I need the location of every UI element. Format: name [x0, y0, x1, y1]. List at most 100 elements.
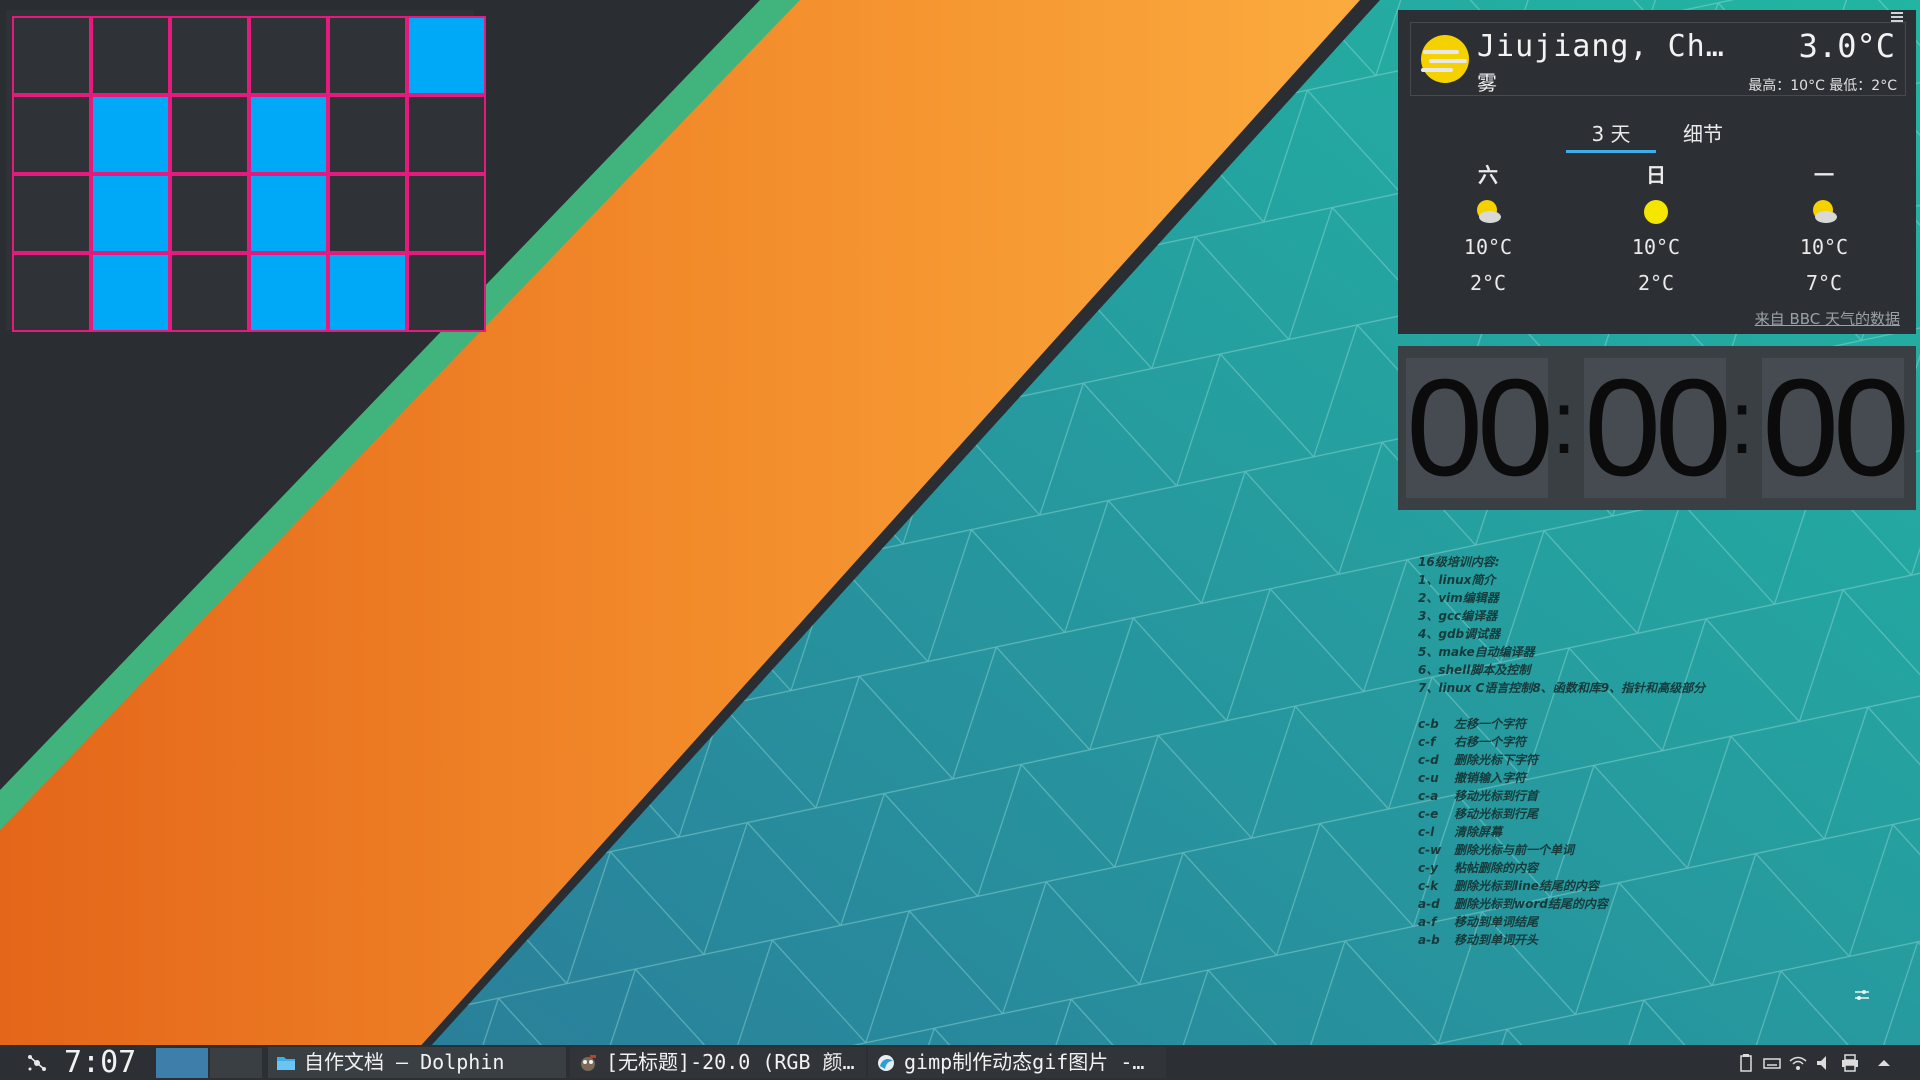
binary-cell: [172, 97, 247, 172]
shortcut-key: c-y: [1418, 861, 1438, 875]
clock-separator: :: [1729, 373, 1755, 473]
binary-cell: [409, 176, 484, 251]
desktop-note[interactable]: 16级培训内容: 1、linux简介 2、vim编辑器 3、gcc编译器 4、gdb调…: [1418, 553, 1878, 949]
binary-cell: [172, 176, 247, 251]
taskbar-clock[interactable]: 7:07: [64, 1045, 136, 1080]
shortcut-item: c-d 删除光标下字符: [1418, 751, 1878, 769]
task-gimp[interactable]: [无标题]-20.0 (RGB 颜…: [570, 1047, 866, 1078]
note-item: 7、linux C语言控制8、函数和库9、指针和高级部分: [1418, 681, 1706, 695]
binary-cell: [251, 97, 326, 172]
shortcut-key: c-k: [1418, 879, 1439, 893]
shortcut-key: a-d: [1418, 897, 1440, 911]
shortcut-item: a-b 移动到单词开头: [1418, 931, 1878, 949]
taskbar: 7:07 自作文档 — Dolphin [无标题]-20.0 (RGB 颜… g…: [0, 1045, 1920, 1080]
shortcut-item: c-l 清除屏幕: [1418, 823, 1878, 841]
clock-seconds: 00: [1762, 351, 1910, 505]
task-dolphin[interactable]: 自作文档 — Dolphin: [268, 1047, 566, 1078]
sliders-icon[interactable]: [1852, 985, 1872, 1005]
binary-cell: [14, 255, 89, 330]
binary-cell: [93, 176, 168, 251]
binary-cell: [251, 176, 326, 251]
shortcut-item: c-k 删除光标到line结尾的内容: [1418, 877, 1878, 895]
binary-clock-widget: [6, 10, 486, 332]
shortcut-item: c-e 移动光标到行尾: [1418, 805, 1878, 823]
note-item: 2、vim编辑器: [1418, 591, 1499, 605]
volume-icon[interactable]: [1814, 1053, 1834, 1073]
keyboard-icon[interactable]: [1762, 1053, 1782, 1073]
shortcut-key: c-e: [1418, 807, 1439, 821]
shortcut-description: 左移一个字符: [1454, 717, 1527, 731]
binary-cell: [330, 97, 405, 172]
binary-cell: [330, 255, 405, 330]
application-launcher-icon[interactable]: [22, 1049, 52, 1077]
shortcut-item: c-w 删除光标与前一个单词: [1418, 841, 1878, 859]
binary-cell: [93, 255, 168, 330]
partly-cloudy-icon: [1477, 200, 1501, 223]
shortcut-description: 删除光标到line结尾的内容: [1454, 879, 1599, 893]
forecast-day: 一 10°C 7°C: [1764, 160, 1884, 298]
forecast-low: 2°C: [1637, 271, 1675, 295]
clock-separator: :: [1551, 373, 1577, 473]
forecast-day: 六 10°C 2°C: [1428, 160, 1548, 298]
weather-hi-lo: 最高：10°C 最低：2°C: [1748, 78, 1897, 94]
binary-cell: [409, 18, 484, 93]
shortcut-description: 删除光标到word结尾的内容: [1454, 897, 1608, 911]
shortcut-description: 移动光标到行首: [1454, 789, 1539, 803]
browser-icon: [878, 1055, 894, 1071]
note-item: 5、make自动编译器: [1418, 645, 1535, 659]
shortcut-description: 清除屏幕: [1454, 825, 1503, 839]
forecast-day-label: 六: [1478, 163, 1498, 187]
forecast-day-label: 日: [1646, 163, 1666, 187]
shortcut-key: c-w: [1418, 843, 1442, 857]
fog-sun-icon: [1421, 35, 1469, 83]
shortcut-description: 删除光标与前一个单词: [1454, 843, 1575, 857]
wifi-icon[interactable]: [1788, 1053, 1808, 1073]
shortcut-item: a-d 删除光标到word结尾的内容: [1418, 895, 1878, 913]
weather-source-link[interactable]: 来自 BBC 天气的数据: [1755, 308, 1900, 329]
tab-details[interactable]: 细节: [1668, 118, 1738, 147]
weather-header: Jiujiang, Ch… 雾 3.0°C 最高：10°C 最低：2°C: [1410, 22, 1906, 96]
binary-clock-grid: [12, 16, 486, 332]
note-item: 6、shell脚本及控制: [1418, 663, 1531, 677]
shortcut-item: c-y 粘帖删除的内容: [1418, 859, 1878, 877]
forecast-low: 7°C: [1805, 271, 1843, 295]
pager-desktop-2[interactable]: [210, 1048, 262, 1078]
shortcut-item: c-u 撤销输入字符: [1418, 769, 1878, 787]
partly-cloudy-icon: [1813, 200, 1837, 223]
note-list: 1、linux简介 2、vim编辑器 3、gcc编译器 4、gdb调试器 5、make自…: [1418, 571, 1878, 697]
printer-icon[interactable]: [1840, 1053, 1860, 1073]
sun-icon: [1644, 200, 1668, 224]
clock-hours: 00: [1406, 351, 1554, 505]
shortcut-description: 移动到单词开头: [1454, 933, 1539, 947]
folder-icon: [277, 1057, 295, 1070]
binary-cell: [251, 18, 326, 93]
forecast-high: 10°C: [1463, 235, 1513, 259]
shortcut-key: c-l: [1418, 825, 1435, 839]
shortcut-description: 右移一个字符: [1454, 735, 1527, 749]
shortcut-description: 撤销输入字符: [1454, 771, 1527, 785]
active-tab-indicator: [1566, 150, 1656, 153]
weather-widget[interactable]: Jiujiang, Ch… 雾 3.0°C 最高：10°C 最低：2°C 3 天…: [1398, 10, 1916, 334]
clipboard-icon[interactable]: [1736, 1053, 1756, 1073]
forecast-high: 10°C: [1631, 235, 1681, 259]
clock-minutes: 00: [1584, 351, 1732, 505]
binary-cell: [409, 97, 484, 172]
digital-clock-widget: 00 : 00 : 00: [1398, 346, 1916, 510]
binary-cell: [14, 176, 89, 251]
binary-cell: [330, 18, 405, 93]
expand-up-icon[interactable]: [1874, 1053, 1894, 1073]
note-title: 16级培训内容:: [1418, 555, 1500, 569]
shortcut-description: 移动光标到行尾: [1454, 807, 1539, 821]
shortcut-key: a-f: [1418, 915, 1437, 929]
tab-3-day[interactable]: 3 天: [1566, 118, 1656, 147]
desktop-toolbox-icon[interactable]: [1889, 9, 1905, 25]
shortcut-description: 粘帖删除的内容: [1454, 861, 1539, 875]
task-browser[interactable]: gimp制作动态gif图片 -…: [868, 1047, 1166, 1078]
shortcut-key: c-f: [1418, 735, 1436, 749]
weather-city: Jiujiang, Ch…: [1477, 29, 1725, 64]
shortcut-description: 移动到单词结尾: [1454, 915, 1539, 929]
binary-cell: [409, 255, 484, 330]
forecast-day-label: 一: [1814, 163, 1834, 187]
pager-desktop-1[interactable]: [156, 1048, 208, 1078]
shortcut-list: c-b 左移一个字符 c-f 右移一个字符 c-d 删除光标下字符 c-u 撤销输入字符 c-a…: [1418, 715, 1878, 949]
